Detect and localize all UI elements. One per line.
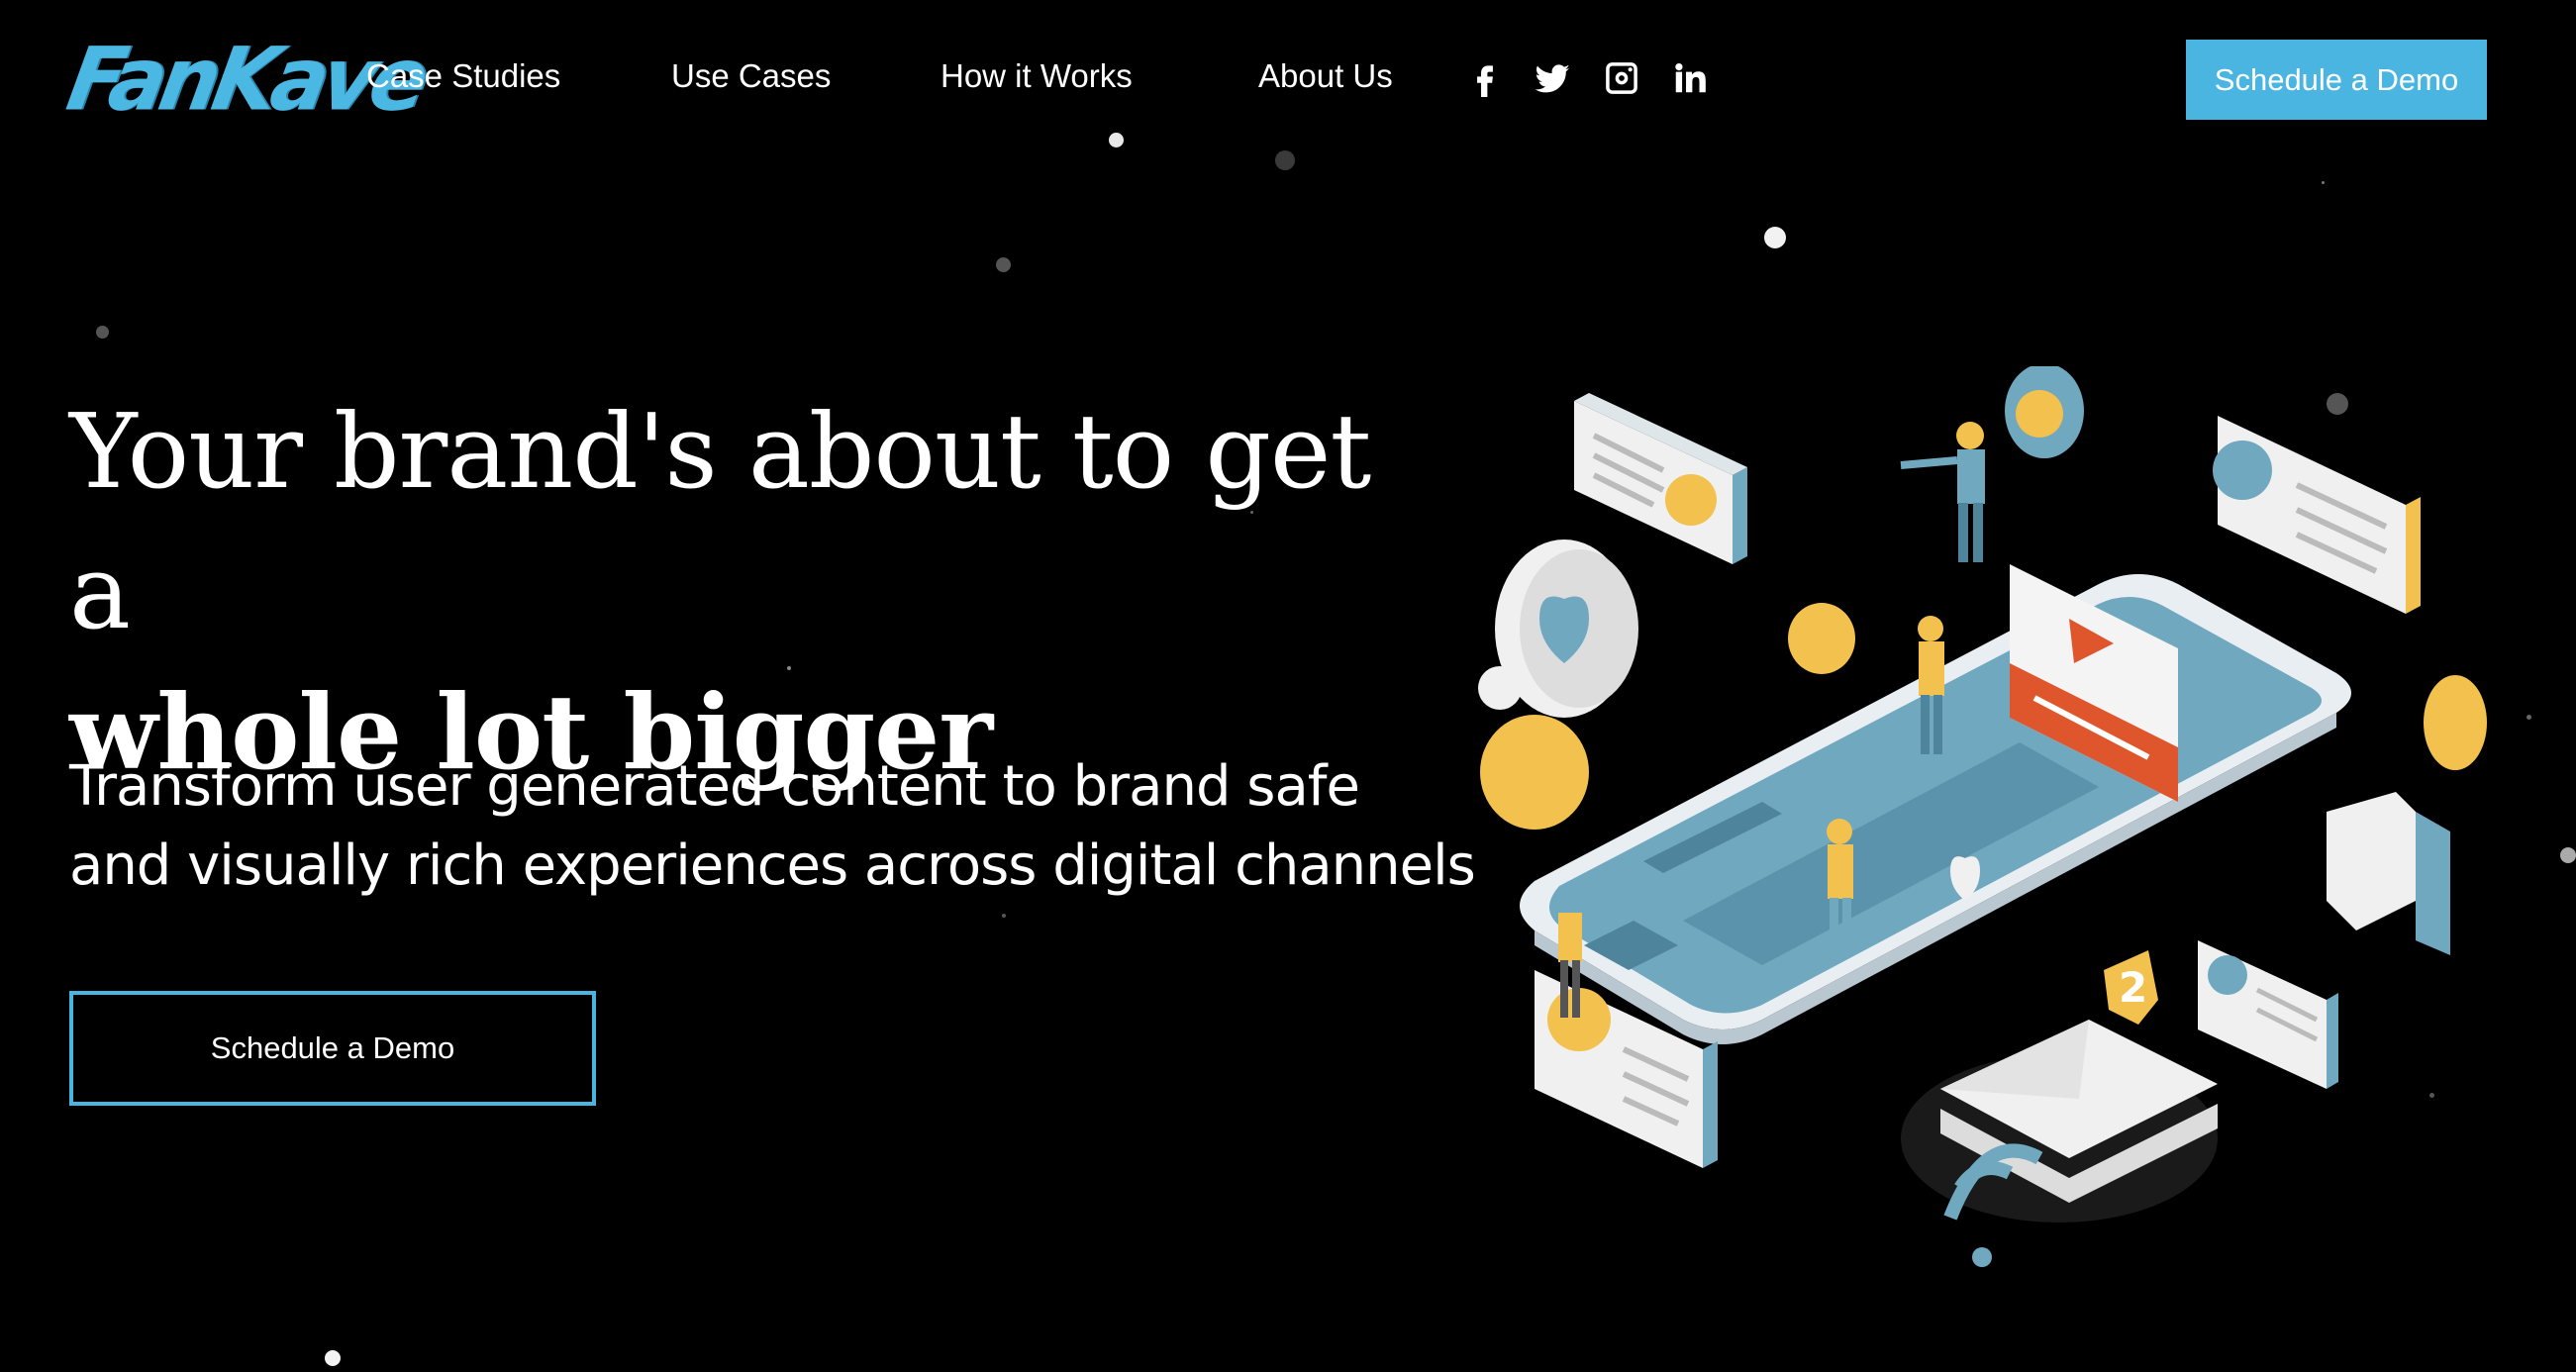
heart-circle-icon: [1478, 539, 1638, 718]
decor-dot: [1002, 914, 1006, 918]
decor-dot: [1764, 227, 1786, 248]
hero-headline: Your brand's about to get a whole lot bi…: [69, 381, 1455, 803]
decor-dot: [2322, 181, 2325, 184]
small-twitter-bubble-icon: [2198, 940, 2338, 1089]
instagram-icon[interactable]: [1602, 57, 1641, 99]
twitter-icon[interactable]: [1533, 57, 1572, 99]
schedule-demo-header-button[interactable]: Schedule a Demo: [2186, 40, 2487, 120]
decor-dot: [2560, 847, 2576, 863]
facebook-icon[interactable]: [1465, 57, 1505, 99]
nav-case-studies[interactable]: Case Studies: [366, 57, 560, 95]
decor-dot: [2526, 715, 2531, 720]
twitter-bubble-icon: [2213, 416, 2421, 614]
nav-about-us[interactable]: About Us: [1258, 57, 1393, 95]
nav-use-cases[interactable]: Use Cases: [671, 57, 831, 95]
nav-how-it-works[interactable]: How it Works: [941, 57, 1133, 95]
wifi-dot: [1972, 1247, 1992, 1267]
play-badge-icon: [1788, 603, 1855, 674]
thumbs-up-icon: [2327, 792, 2450, 955]
hero-subtext: Transform user generated content to bran…: [69, 754, 1476, 898]
badge-number: 2: [2119, 963, 2147, 1012]
speech-bubble-icon: [1574, 393, 1747, 564]
decor-dot: [96, 326, 109, 339]
decor-dot: [325, 1350, 341, 1366]
decor-dot: [996, 257, 1011, 272]
linkedin-icon[interactable]: [1670, 57, 1710, 99]
chat-bubble-icon: [2424, 675, 2487, 770]
person-figure-icon: [1900, 422, 1985, 562]
notification-badge-icon: 2: [2104, 950, 2158, 1025]
pin-dot: [2016, 390, 2063, 438]
decor-dot: [1109, 133, 1124, 147]
social-media-phone-illustration: 2: [1478, 366, 2487, 1267]
chat-bubble-icon: [1480, 715, 1589, 830]
decor-dot: [1275, 150, 1295, 170]
headline-line-1: Your brand's about to get a: [69, 391, 1371, 652]
site-header: FanKave Case Studies Use Cases How it Wo…: [0, 0, 2576, 158]
schedule-demo-hero-button[interactable]: Schedule a Demo: [69, 991, 596, 1106]
envelope-icon: [1901, 1020, 2218, 1223]
